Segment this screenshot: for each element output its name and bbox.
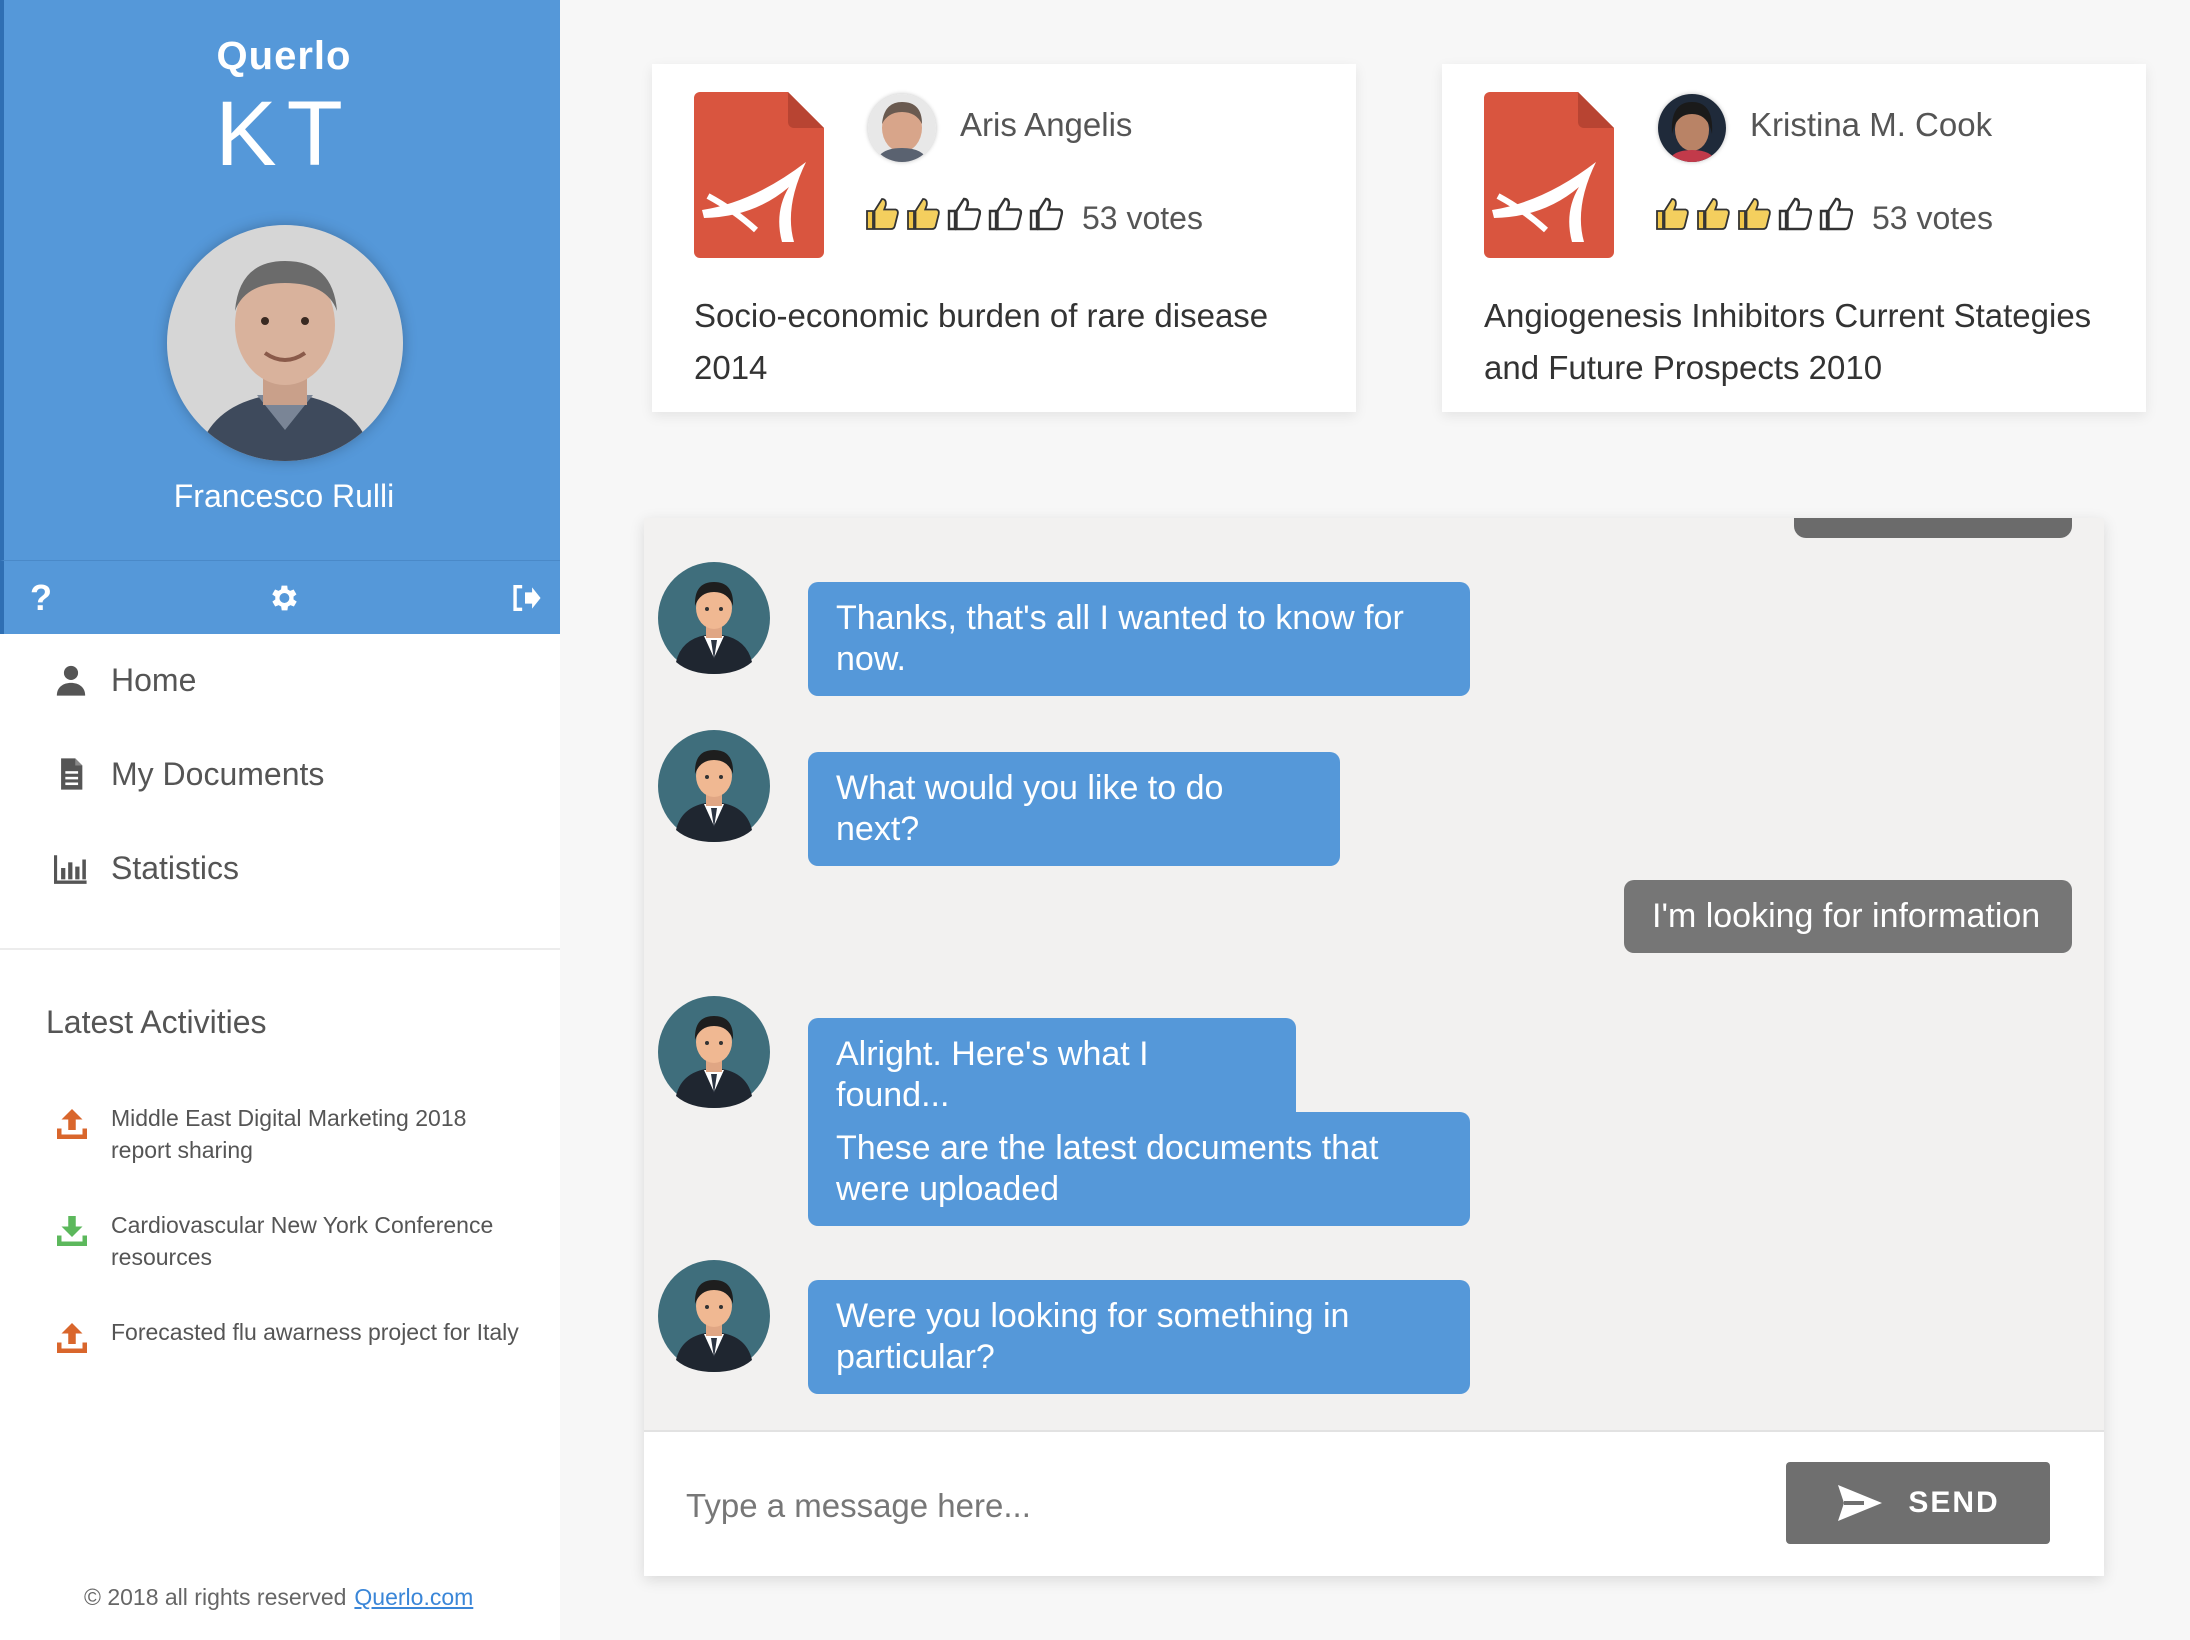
thumb-up-filled-icon[interactable]: [905, 196, 941, 232]
send-button[interactable]: SEND: [1786, 1462, 2050, 1544]
sidebar-nav: Home My Documents Statistics: [0, 634, 560, 916]
author-name: Aris Angelis: [960, 106, 1133, 143]
votes-count: 53 votes: [1082, 200, 1203, 236]
message-input[interactable]: [684, 1480, 1788, 1532]
person-icon: [54, 662, 88, 698]
pdf-file-icon: [1484, 92, 1614, 258]
querlo-link[interactable]: Querlo.com: [354, 1584, 473, 1610]
user-message: I'm looking for information: [1624, 880, 2072, 953]
upload-icon: [54, 1106, 90, 1142]
activity-text: Middle East Digital Marketing 2018 repor…: [111, 1105, 467, 1163]
thumb-up-filled-icon[interactable]: [864, 196, 900, 232]
nav-label: Home: [111, 662, 197, 698]
chat-panel[interactable]: Thanks, that's all I wanted to know for …: [644, 518, 2104, 1576]
user-avatar[interactable]: [167, 225, 403, 461]
bar-chart-icon: [53, 850, 88, 886]
bot-message: Were you looking for something in partic…: [808, 1280, 1470, 1394]
nav-item-home[interactable]: Home: [0, 634, 560, 728]
activity-text: Forecasted flu awarness project for Ital…: [111, 1319, 519, 1345]
profile-panel: Querlo KT Francesco Rulli: [0, 0, 560, 560]
document-icon: [54, 756, 88, 792]
bot-message: What would you like to do next?: [808, 752, 1340, 866]
brand-subtitle: KT: [215, 83, 353, 185]
footer: © 2018 all rights reserved Querlo.com: [84, 1584, 473, 1611]
document-card[interactable]: Aris Angelis 53 votes Socio-economic bur…: [652, 64, 1356, 412]
bot-message: These are the latest documents that were…: [808, 1112, 1470, 1226]
nav-item-my-documents[interactable]: My Documents: [0, 728, 560, 822]
thumb-up-outline-icon[interactable]: [946, 196, 982, 232]
thumbs-rating[interactable]: [1654, 196, 1854, 232]
thumb-up-outline-icon[interactable]: [1818, 196, 1854, 232]
message-input-bar: SEND: [644, 1430, 2104, 1576]
sidebar-divider: [0, 948, 560, 950]
send-arrow-icon: [1838, 1485, 1883, 1521]
document-title[interactable]: Socio-economic burden of rare disease 20…: [694, 290, 1324, 394]
bot-avatar: [658, 562, 770, 674]
previous-message-stub: [1794, 518, 2072, 538]
download-icon: [54, 1213, 90, 1249]
bot-avatar: [658, 730, 770, 842]
send-label: SEND: [1908, 1486, 2000, 1519]
author-name: Kristina M. Cook: [1750, 106, 1993, 143]
activity-text: Cardiovascular New York Conference resou…: [111, 1212, 494, 1270]
nav-item-statistics[interactable]: Statistics: [0, 822, 560, 916]
thumb-up-filled-icon[interactable]: [1654, 196, 1690, 232]
thumb-up-outline-icon[interactable]: [1777, 196, 1813, 232]
bot-avatar: [658, 1260, 770, 1372]
logout-icon[interactable]: [502, 575, 548, 621]
thumb-up-outline-icon[interactable]: [1028, 196, 1064, 232]
pdf-file-icon: [694, 92, 824, 258]
help-icon[interactable]: ?: [18, 575, 64, 621]
nav-label: Statistics: [111, 850, 240, 886]
upload-icon: [54, 1320, 90, 1356]
document-title[interactable]: Angiogenesis Inhibitors Current Stategie…: [1484, 290, 2114, 394]
author-avatar[interactable]: [1658, 94, 1726, 162]
sidebar-toolbar: ?: [0, 560, 560, 634]
bot-avatar: [658, 996, 770, 1108]
thumb-up-filled-icon[interactable]: [1736, 196, 1772, 232]
copyright-text: © 2018 all rights reserved: [84, 1584, 347, 1610]
thumbs-rating[interactable]: [864, 196, 1064, 232]
votes-count: 53 votes: [1872, 200, 1993, 236]
thumb-up-outline-icon[interactable]: [987, 196, 1023, 232]
nav-label: My Documents: [111, 756, 325, 792]
document-card[interactable]: Kristina M. Cook 53 votes Angiogenesis I…: [1442, 64, 2146, 412]
author-avatar[interactable]: [868, 94, 936, 162]
thumb-up-filled-icon[interactable]: [1695, 196, 1731, 232]
bot-message: Thanks, that's all I wanted to know for …: [808, 582, 1470, 696]
brand-logo: Querlo: [216, 34, 352, 78]
latest-activities-title: Latest Activities: [46, 1004, 267, 1040]
sidebar: Querlo KT Francesco Rulli ? Home My Docu…: [0, 0, 560, 1640]
user-name: Francesco Rulli: [173, 478, 395, 514]
gear-icon[interactable]: [260, 575, 306, 621]
